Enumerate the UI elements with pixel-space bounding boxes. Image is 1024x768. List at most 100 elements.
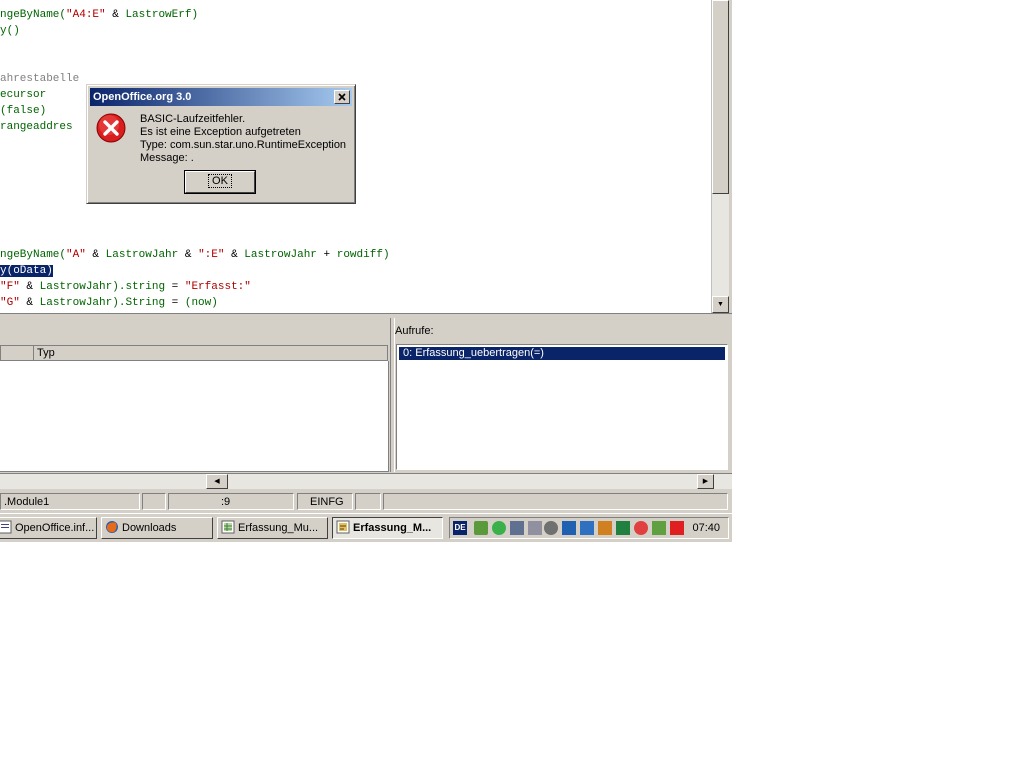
calls-list-item[interactable]: 0: Erfassung_uebertragen(=) [399,347,725,360]
language-indicator[interactable]: DE [453,521,467,535]
wrench-icon[interactable] [616,521,630,535]
message-line: Message: . [140,152,194,164]
firefox-icon [106,521,118,534]
watch-column-type[interactable]: Typ [37,346,55,360]
scroll-left-arrow-icon[interactable]: ◀ [206,474,228,489]
tools-icon[interactable] [598,521,612,535]
monitor-icon[interactable] [510,521,524,535]
ok-button[interactable]: OK [184,170,256,194]
horizontal-scrollbar[interactable]: ◀ ▶ [0,473,732,489]
code-line[interactable]: "G" & LastrowJahr).String = (now) [0,295,218,311]
code-line[interactable]: rangeaddres [0,119,73,135]
watch-list[interactable] [0,361,389,472]
watch-pane: Typ [0,318,390,472]
taskbar-button-label: Erfassung_Mu... [238,522,319,534]
code-line[interactable]: (false) [0,103,46,119]
ok-label: OK [208,174,232,188]
close-icon [338,93,346,101]
status-position: :9 [168,493,294,510]
antivirus-icon[interactable] [634,521,648,535]
network-icon[interactable] [474,521,488,535]
code-line[interactable]: ngeByName("A4:E" & LastrowErf) [0,7,198,23]
code-token: "G" [0,297,20,309]
taskbar-button-spreadsheet[interactable]: Erfassung_Mu... [217,517,328,539]
clock[interactable]: 07:40 [692,518,720,538]
app-icon[interactable] [652,521,666,535]
code-token: = [165,297,185,309]
code-line[interactable]: "F" & LastrowJahr).string = "Erfasst:" [0,279,251,295]
disc-icon[interactable] [544,521,558,535]
taskbar-button-downloads[interactable]: Downloads [101,517,213,539]
code-token: ":E" [198,249,225,261]
message-line: Type: com.sun.star.uno.RuntimeException [140,139,347,151]
scrollbar-thumb[interactable] [712,0,729,194]
message-line: BASIC-Laufzeitfehler. [140,113,246,125]
status-mode[interactable]: EINFG [297,493,353,510]
code-token: rowdiff) [336,249,390,261]
status-empty [142,493,166,510]
taskbar-button-openoffice[interactable]: OpenOffice.inf... [0,517,97,539]
code-line[interactable]: y() [0,23,20,39]
code-token: rangeaddres [0,121,73,133]
ide-window: ngeByName("A4:E" & LastrowErf) y() ahresta… [0,0,732,542]
code-token: LastrowJahr [105,249,179,261]
code-line[interactable]: ecursor [0,87,46,103]
code-token: + [316,249,337,261]
calls-pane: Aufrufe: 0: Erfassung_uebertragen(=) [394,318,732,472]
scroll-right-arrow-icon[interactable]: ▶ [697,474,714,489]
storage-icon[interactable] [580,521,594,535]
error-dialog: OpenOffice.org 3.0 BASIC-Laufzeitfehler.… [86,84,356,204]
code-token: & [224,249,245,261]
code-token: ecursor [0,89,47,101]
code-token: y() [0,25,20,37]
dialog-message: BASIC-Laufzeitfehler. Es ist eine Except… [140,113,346,165]
close-button[interactable] [334,90,350,104]
status-module: .Module1 [0,493,140,510]
editor-vertical-scrollbar[interactable]: ▼ [711,0,729,313]
acrobat-icon[interactable] [670,521,684,535]
printer-icon[interactable] [528,521,542,535]
selected-code-token: y(oData) [0,265,53,277]
code-token: = [165,281,185,293]
security-icon[interactable] [492,521,506,535]
code-line[interactable]: ngeByName("A" & LastrowJahr & ":E" & Las… [0,247,390,263]
taskbar: OpenOffice.inf... Downloads Erfassung_Mu… [0,513,732,542]
spreadsheet-icon [221,520,235,534]
calls-list[interactable]: 0: Erfassung_uebertragen(=) [396,344,728,470]
code-token: "A" [66,249,86,261]
error-icon [96,113,126,143]
status-empty [383,493,728,510]
grid-app-icon[interactable] [562,521,576,535]
code-token: & [85,249,106,261]
openoffice-icon [0,520,12,534]
dialog-titlebar[interactable]: OpenOffice.org 3.0 [90,88,352,106]
message-line: Es ist eine Exception aufgetreten [140,126,301,138]
code-line[interactable]: y(oData) [0,263,53,279]
code-token: LastrowJahr [244,249,317,261]
code-token: (false) [0,105,47,117]
code-token: & [19,281,40,293]
taskbar-button-basic-ide[interactable]: Erfassung_M... [332,517,443,539]
code-line[interactable]: ahrestabelle [0,71,79,87]
calls-label: Aufrufe: [395,325,434,337]
status-bar: .Module1 :9 EINFG [0,492,732,512]
pane-splitter[interactable] [0,313,732,317]
code-token: "Erfasst:" [184,281,251,293]
code-token: ngeByName( [0,9,67,21]
code-token: & [105,9,126,21]
column-separator[interactable] [33,346,34,360]
scroll-down-arrow-icon[interactable]: ▼ [712,296,729,313]
dialog-title: OpenOffice.org 3.0 [93,91,192,103]
code-token: LastrowJahr).string [39,281,166,293]
code-token: & [19,297,40,309]
system-tray: DE 07:40 [449,517,729,539]
code-token: "A4:E" [66,9,106,21]
basic-ide-icon [336,520,350,534]
code-token: ngeByName( [0,249,67,261]
status-empty [355,493,381,510]
code-token: LastrowJahr).String [39,297,166,309]
code-token: & [178,249,199,261]
watch-header: Typ [0,345,388,361]
code-token: "F" [0,281,20,293]
code-token: LastrowErf) [125,9,199,21]
